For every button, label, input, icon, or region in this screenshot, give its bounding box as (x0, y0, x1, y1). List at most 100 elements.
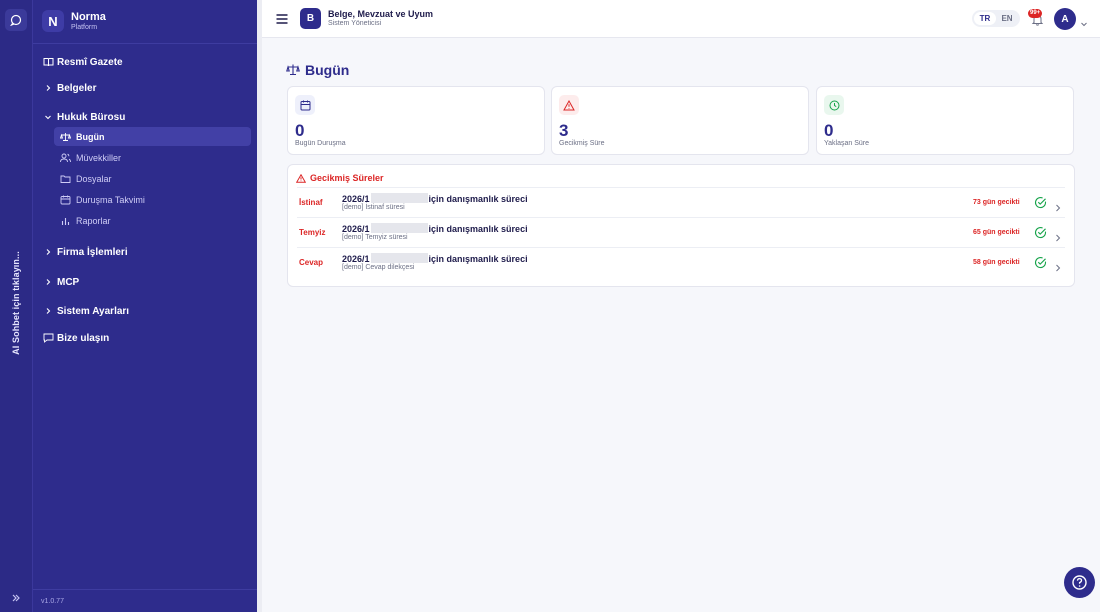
sidebar-item-label: Belgeler (57, 82, 97, 94)
stat-value: 0 (295, 121, 305, 140)
chevron-right-icon (1056, 234, 1061, 242)
sidebar-subitem-label: Raporlar (76, 215, 111, 226)
expand-rail-button[interactable] (8, 590, 24, 606)
scale-icon (286, 64, 300, 76)
folder-icon (60, 175, 70, 183)
case-title: 2026/1 için danışmanlık süreci (342, 253, 528, 264)
chevron-down-icon (45, 115, 51, 120)
sidebar-subitem-dosyalar[interactable]: Dosyalar (54, 169, 251, 188)
case-title: 2026/1 için danışmanlık süreci (342, 193, 528, 204)
help-circle-icon (1072, 575, 1087, 590)
avatar[interactable]: A (1054, 8, 1076, 30)
deadline-type: Temyiz (299, 228, 326, 237)
sidebar-subitem-bugun[interactable]: Bugün (54, 127, 251, 146)
sidebar-item-resmi-gazete[interactable]: Resmî Gazete (41, 53, 251, 71)
sidebar-subitem-label: Müvekkiller (76, 152, 122, 163)
deadline-type: İstinaf (299, 198, 323, 207)
complete-button[interactable] (1034, 226, 1047, 239)
row-open-button[interactable] (1055, 259, 1061, 272)
warning-icon (296, 173, 306, 183)
hamburger-icon (276, 14, 288, 24)
message-icon (43, 333, 53, 343)
sidebar-item-firma-islemleri[interactable]: Firma İşlemleri (41, 243, 251, 261)
scale-icon (59, 132, 71, 141)
divider (33, 589, 257, 590)
sidebar-subitem-muvekkiller[interactable]: Müvekkiller (54, 148, 251, 167)
version-label: v1.0.77 (41, 598, 64, 605)
stat-value: 3 (559, 121, 569, 140)
deadline-type: Cevap (299, 258, 324, 267)
stat-card-gecikmis[interactable]: 3 Gecikmiş Süre (551, 86, 809, 155)
complete-button[interactable] (1034, 256, 1047, 269)
stat-label: Yaklaşan Süre (824, 140, 870, 147)
page-title: Bugün (305, 62, 350, 78)
chevron-right-icon (1056, 204, 1061, 212)
sidebar-subitem-label: Bugün (76, 131, 105, 142)
ai-chat-toggle[interactable]: AI Sohbet için tıklayın... (3, 240, 29, 365)
late-badge: 65 gün gecikti (973, 229, 1020, 236)
top-header: B Belge, Mevzuat ve Uyum Sistem Yönetici… (262, 0, 1100, 38)
sidebar: N Norma Platform Resmî Gazete Belgeler H… (33, 0, 257, 612)
users-icon (59, 153, 71, 162)
sidebar-subitem-label: Dosyalar (76, 173, 112, 184)
app-title: Belge, Mevzuat ve Uyum (328, 9, 434, 19)
row-open-button[interactable] (1055, 199, 1061, 212)
redacted-text (370, 223, 428, 233)
calendar-icon (300, 100, 310, 110)
chevron-right-icon (46, 249, 51, 255)
overdue-heading: Gecikmiş Süreler (296, 173, 384, 183)
clock-icon (829, 100, 839, 110)
chat-bubble-icon (10, 14, 22, 26)
user-menu-toggle[interactable] (1080, 15, 1088, 27)
sidebar-item-hukuk-burosu[interactable]: Hukuk Bürosu (41, 108, 251, 126)
help-button[interactable] (1064, 567, 1095, 598)
sidebar-subitem-label: Duruşma Takvimi (76, 194, 145, 205)
stat-card-yaklasan[interactable]: 0 Yaklaşan Süre (816, 86, 1074, 155)
chevron-right-icon (46, 85, 51, 91)
warning-icon (563, 99, 575, 110)
check-circle-icon (1035, 227, 1047, 239)
brand-logo: N (42, 10, 64, 32)
sidebar-subitem-raporlar[interactable]: Raporlar (54, 211, 251, 230)
case-title: 2026/1 için danışmanlık süreci (342, 223, 528, 234)
lang-tr-button[interactable]: TR (974, 12, 996, 25)
check-circle-icon (1035, 257, 1047, 269)
divider (33, 43, 257, 44)
double-chevron-right-icon (12, 594, 20, 602)
sidebar-item-bize-ulasin[interactable]: Bize ulaşın (41, 329, 251, 347)
case-subtitle: [demo] İstinaf süresi (342, 204, 405, 211)
chevron-down-icon (1081, 22, 1087, 27)
card-icon (824, 95, 844, 115)
check-circle-icon (1035, 197, 1047, 209)
lang-en-button[interactable]: EN (996, 12, 1018, 25)
chevron-right-icon (46, 308, 51, 314)
calendar-icon (60, 195, 70, 204)
overdue-row[interactable]: Temyiz 2026/1 için danışmanlık süreci [de… (297, 217, 1065, 247)
language-switch: TR EN (972, 10, 1020, 27)
page-header: Bugün (286, 62, 349, 78)
brand[interactable]: N Norma Platform (42, 10, 106, 32)
chevron-right-icon (46, 279, 51, 285)
overdue-heading-label: Gecikmiş Süreler (310, 173, 384, 183)
card-icon (295, 95, 315, 115)
overdue-row[interactable]: Cevap 2026/1 için danışmanlık süreci [dem… (297, 247, 1065, 277)
sidebar-item-belgeler[interactable]: Belgeler (41, 79, 251, 97)
redacted-text (370, 253, 428, 263)
complete-button[interactable] (1034, 196, 1047, 209)
sidebar-subitem-durusma-takvimi[interactable]: Duruşma Takvimi (54, 190, 251, 209)
stat-card-durusma[interactable]: 0 Bugün Duruşma (287, 86, 545, 155)
stat-label: Bugün Duruşma (295, 140, 346, 147)
sidebar-item-sistem-ayarlari[interactable]: Sistem Ayarları (41, 302, 251, 320)
card-icon (559, 95, 579, 115)
notification-badge: 99+ (1028, 9, 1043, 18)
overdue-row[interactable]: İstinaf 2026/1 için danışmanlık süreci [d… (297, 187, 1065, 217)
stat-value: 0 (824, 121, 834, 140)
menu-toggle-button[interactable] (275, 12, 289, 26)
chat-button[interactable] (5, 9, 27, 31)
sidebar-item-mcp[interactable]: MCP (41, 273, 251, 291)
app-badge: B (300, 8, 321, 29)
sidebar-item-label: Hukuk Bürosu (57, 111, 126, 123)
sidebar-item-label: Resmî Gazete (57, 56, 123, 68)
row-open-button[interactable] (1055, 229, 1061, 242)
bar-chart-icon (61, 217, 69, 225)
